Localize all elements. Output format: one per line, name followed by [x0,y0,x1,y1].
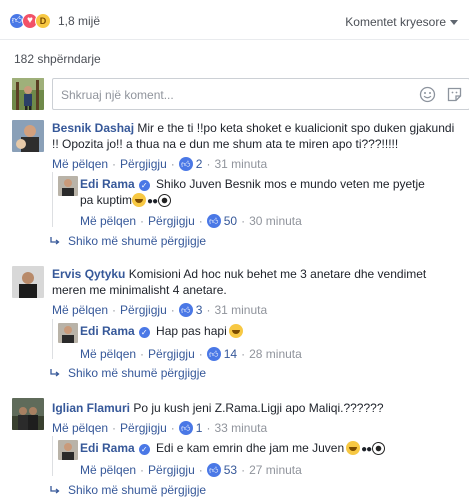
reply-arrow-icon [50,236,60,245]
user-avatar[interactable] [12,78,44,110]
reply-link[interactable]: Përgjigju [120,303,167,317]
reply-link[interactable]: Përgjigju [148,463,195,477]
comment-text: Besnik Dashaj Mir e the ti !!po keta sho… [52,120,457,152]
reply-message: Hap pas hapi [156,324,227,338]
view-more-replies[interactable]: Shiko më shumë përgjigje [50,366,206,380]
timestamp[interactable]: 28 minuta [249,347,302,361]
like-count-icon: 👍︎ [206,347,221,361]
view-more-replies[interactable]: Shiko më shumë përgjigje [50,234,206,248]
reply-arrow-icon [50,368,60,377]
laughing-emoji-icon [228,324,243,338]
comment-body: Iglian Flamuri Po ju kush jeni Z.Rama.Li… [52,400,457,416]
like-count[interactable]: 50 [224,214,237,228]
reply-text: Edi Rama ✓ Edi e kam emrin dhe jam me Juv… [80,440,440,458]
verified-badge-icon: ✓ [138,180,150,191]
like-count-icon: 👍︎ [178,157,193,171]
comment-actions: Më pëlqen · Përgjigju · 👍︎ 1 · 33 minuta [52,421,268,435]
timestamp[interactable]: 31 minuta [214,303,267,317]
reply-actions: Më pëlqen · Përgjigju · 👍︎ 14 · 28 minuta [80,347,302,361]
reply-actions: Më pëlqen · Përgjigju · 👍︎ 50 · 30 minuta [80,214,302,228]
comment-actions: Më pëlqen · Përgjigju · 👍︎ 3 · 31 minuta [52,303,268,317]
view-more-label: Shiko më shumë përgjigje [68,366,207,380]
comment-message: Po ju kush jeni Z.Rama.Ligji apo Maliqi.… [133,401,384,415]
reaction-count[interactable]: 1,8 mijë [58,14,100,28]
comment-actions: Më pëlqen · Përgjigju · 👍︎ 2 · 31 minuta [52,157,268,171]
reply-link[interactable]: Përgjigju [148,214,195,228]
reply-author-avatar[interactable] [58,323,78,343]
reply-author[interactable]: Edi Rama [80,177,135,191]
reply-divider [52,172,53,227]
eyes-emoji-icon: ●● [147,196,158,207]
timestamp[interactable]: 31 minuta [214,157,267,171]
like-count[interactable]: 3 [196,303,203,317]
view-more-label: Shiko më shumë përgjigje [68,234,207,248]
reply-author-avatar[interactable] [58,440,78,460]
comment-input[interactable] [61,86,391,104]
timestamp[interactable]: 33 minuta [214,421,267,435]
like-link[interactable]: Më pëlqen [52,303,108,317]
sticker-icon[interactable] [446,86,463,103]
laughing-emoji-icon [132,193,147,207]
commenter-avatar[interactable] [12,120,44,152]
timestamp[interactable]: 27 minuta [249,463,302,477]
comment-text: Ervis Qytyku Komisioni Ad hoc nuk behet … [52,266,457,298]
haha-reaction-icon: D [35,13,51,29]
reply-author-avatar[interactable] [58,176,78,196]
like-count[interactable]: 2 [196,157,203,171]
reply-link[interactable]: Përgjigju [120,421,167,435]
chevron-down-icon [450,19,458,25]
reply-text: Edi Rama ✓ Shiko Juven Besnik mos e mundo… [80,176,440,210]
like-count-icon: 👍︎ [206,463,221,477]
reply-link[interactable]: Përgjigju [148,347,195,361]
reaction-summary[interactable]: 👍︎ ♥ D 1,8 mijë [9,13,100,29]
commenter-avatar[interactable] [12,266,44,298]
reply-divider [52,436,53,476]
reactions-bar: 👍︎ ♥ D 1,8 mijë Komentet kryesore [0,0,469,40]
like-count[interactable]: 14 [224,347,237,361]
view-more-label: Shiko më shumë përgjigje [68,483,207,497]
comment-author[interactable]: Besnik Dashaj [52,121,134,135]
reply-link[interactable]: Përgjigju [120,157,167,171]
comment-input-box [52,78,469,110]
reply-container: Edi Rama ✓ Shiko Juven Besnik mos e mundo… [52,172,458,228]
reply-actions: Më pëlqen · Përgjigju · 👍︎ 53 · 27 minuta [80,463,302,477]
like-link[interactable]: Më pëlqen [80,463,136,477]
reply-message: Edi e kam emrin dhe jam me Juven [156,441,345,455]
verified-badge-icon: ✓ [138,327,150,338]
like-count[interactable]: 53 [224,463,237,477]
comment-sort-dropdown[interactable]: Komentet kryesore [345,15,458,29]
verified-badge-icon: ✓ [138,444,150,455]
like-count-icon: 👍︎ [206,214,221,228]
emoji-icon[interactable] [419,86,436,103]
reply-author[interactable]: Edi Rama [80,441,135,455]
reply-container: Edi Rama ✓ Hap pas hapi Më pëlqen · Përgji… [52,319,458,361]
comment-text: Iglian Flamuri Po ju kush jeni Z.Rama.Li… [52,400,457,416]
like-count[interactable]: 1 [196,421,203,435]
timestamp[interactable]: 30 minuta [249,214,302,228]
share-count[interactable]: 182 shpërndarje [14,52,101,66]
reply-author[interactable]: Edi Rama [80,324,135,338]
like-link[interactable]: Më pëlqen [52,157,108,171]
comment-author[interactable]: Iglian Flamuri [52,401,130,415]
comment-body: Ervis Qytyku Komisioni Ad hoc nuk behet … [52,266,457,298]
reply-divider [52,319,53,359]
reply-arrow-icon [50,485,60,494]
commenter-avatar[interactable] [12,398,44,430]
comment-body: Besnik Dashaj Mir e the ti !!po keta sho… [52,120,457,152]
like-link[interactable]: Më pëlqen [80,214,136,228]
like-count-icon: 👍︎ [178,303,193,317]
like-link[interactable]: Më pëlqen [80,347,136,361]
view-more-replies[interactable]: Shiko më shumë përgjigje [50,483,206,497]
reply-container: Edi Rama ✓ Edi e kam emrin dhe jam me Juv… [52,436,458,477]
eyes-emoji-icon: ●● [361,444,372,455]
laughing-emoji-icon [346,441,361,455]
soccer-ball-emoji-icon [158,194,172,207]
like-link[interactable]: Më pëlqen [52,421,108,435]
reply-text: Edi Rama ✓ Hap pas hapi [80,323,440,339]
comment-author[interactable]: Ervis Qytyku [52,267,125,281]
comment-composer [12,78,469,110]
soccer-ball-emoji-icon [372,442,386,455]
like-count-icon: 👍︎ [178,421,193,435]
sort-label: Komentet kryesore [345,15,446,29]
